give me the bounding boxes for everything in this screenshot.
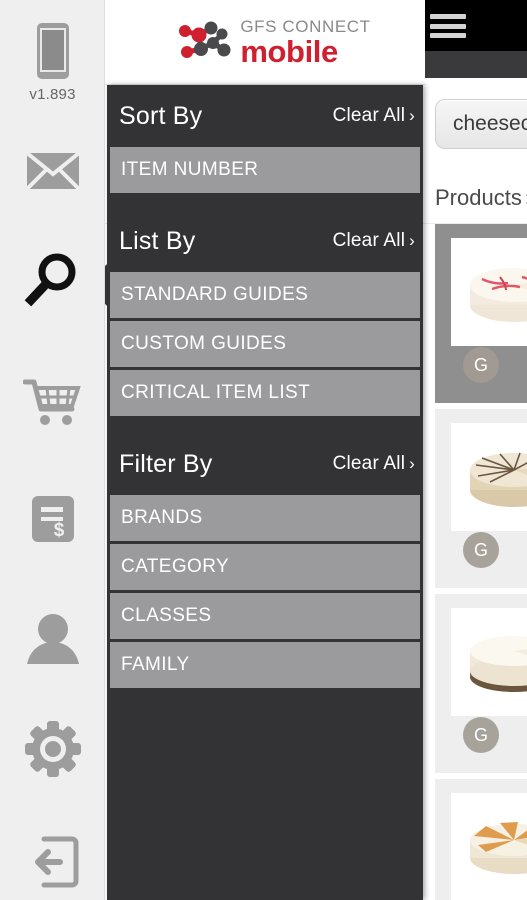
section-title: Sort By [119, 101, 203, 130]
chevron-right-icon: › [409, 231, 415, 250]
nav-item-account[interactable] [0, 608, 105, 668]
svg-text:$: $ [53, 520, 64, 541]
product-thumbnail [451, 608, 527, 716]
option-label: CRITICAL ITEM LIST [121, 382, 311, 403]
hamburger-icon[interactable] [430, 14, 466, 38]
account-icon [26, 614, 79, 664]
logo-line-2: mobile [240, 33, 338, 69]
search-input[interactable]: cheesecake [435, 99, 527, 149]
clear-all-sort-by[interactable]: Clear All › [333, 105, 415, 127]
section-header-sort-by: Sort By Clear All › [107, 85, 423, 147]
app-logo-header: GFS CONNECT mobile [105, 0, 425, 85]
clear-all-label: Clear All [332, 453, 406, 474]
search-icon [24, 253, 75, 307]
breadcrumb-products[interactable]: Products› [435, 185, 527, 211]
product-card[interactable]: G [435, 224, 527, 403]
logout-icon [34, 836, 78, 888]
option-standard-guides[interactable]: STANDARD GUIDES [110, 272, 420, 318]
option-brands[interactable]: BRANDS [110, 495, 420, 541]
option-label: STANDARD GUIDES [121, 284, 309, 305]
nav-item-invoices[interactable]: $ [0, 490, 105, 548]
chevron-right-icon: › [409, 454, 415, 473]
breadcrumb-label: Products [435, 184, 522, 210]
option-label: CLASSES [121, 605, 212, 626]
strawberry-swirl-cheesecake-image [470, 268, 527, 322]
product-badge: G [463, 717, 499, 753]
cart-icon [22, 379, 81, 425]
search-input-value: cheesecake [453, 112, 527, 135]
option-label: CATEGORY [121, 556, 230, 577]
option-label: BRANDS [121, 507, 203, 528]
clear-all-label: Clear All [332, 105, 406, 126]
plain-cheesecake-image [470, 636, 527, 692]
product-thumbnail [451, 238, 527, 346]
sub-app-bar [425, 51, 527, 78]
marbled-cheesecake-image [470, 452, 527, 507]
product-thumbnail [451, 793, 527, 900]
product-card[interactable]: G [435, 594, 527, 773]
product-badge: G [463, 347, 499, 383]
clear-all-filter-by[interactable]: Clear All › [333, 453, 415, 475]
app-version-label: v1.893 [29, 86, 76, 103]
option-custom-guides[interactable]: CUSTOM GUIDES [110, 321, 420, 367]
option-label: CUSTOM GUIDES [121, 333, 287, 354]
section-header-list-by: List By Clear All › [107, 210, 423, 272]
option-label: ITEM NUMBER [121, 159, 259, 180]
gfs-molecule-icon [179, 21, 231, 58]
section-title: List By [119, 226, 196, 255]
logo-line-1: GFS CONNECT [240, 16, 371, 36]
product-thumbnail [451, 423, 527, 531]
hamburger-bar-2 [430, 23, 466, 29]
clear-all-label: Clear All [332, 230, 406, 251]
hamburger-bar-3 [430, 33, 466, 38]
app-root: GFS CONNECT mobile cheesecake Products› [0, 0, 527, 900]
option-category[interactable]: CATEGORY [110, 544, 420, 590]
chevron-right-icon: › [409, 106, 415, 125]
gear-icon [24, 721, 81, 777]
product-badge: G [463, 532, 499, 568]
option-label: FAMILY [121, 654, 190, 675]
section-title: Filter By [119, 449, 213, 478]
product-card[interactable]: G [435, 779, 527, 900]
logo-wordmark: GFS CONNECT mobile [240, 18, 370, 67]
option-family[interactable]: FAMILY [110, 642, 420, 688]
nav-item-cart[interactable] [0, 372, 105, 432]
gfs-logo: GFS CONNECT mobile [177, 18, 370, 67]
option-critical-item-list[interactable]: CRITICAL ITEM LIST [110, 370, 420, 416]
device-icon [36, 23, 69, 79]
invoice-icon: $ [31, 496, 74, 542]
clear-all-list-by[interactable]: Clear All › [333, 230, 415, 252]
mail-icon [25, 151, 80, 191]
pumpkin-cheesecake-image [470, 822, 527, 874]
nav-item-device[interactable]: v1.893 [0, 14, 105, 110]
nav-item-settings[interactable] [0, 718, 105, 780]
product-card[interactable]: G [435, 409, 527, 588]
filter-panel: Sort By Clear All › ITEM NUMBER List By C… [87, 85, 423, 900]
hamburger-bar-1 [430, 14, 466, 19]
option-classes[interactable]: CLASSES [110, 593, 420, 639]
option-item-number[interactable]: ITEM NUMBER [110, 147, 420, 193]
left-nav-rail: v1.893 $ [0, 0, 105, 900]
nav-item-messages[interactable] [0, 140, 105, 202]
section-header-filter-by: Filter By Clear All › [107, 433, 423, 495]
nav-item-search[interactable] [0, 243, 105, 315]
nav-item-logout[interactable] [0, 832, 105, 892]
